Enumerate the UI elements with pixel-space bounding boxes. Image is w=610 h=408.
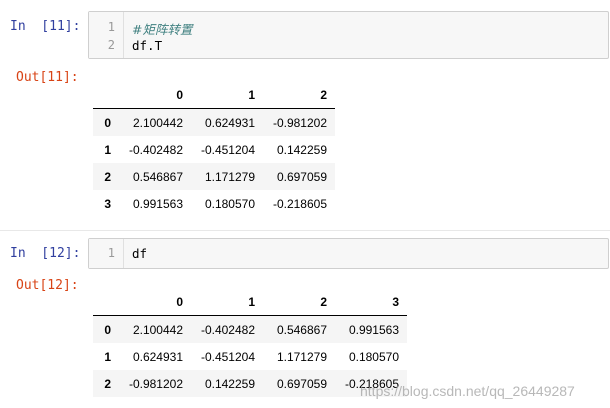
- table-cell: 1.171279: [276, 349, 327, 364]
- table-cell: -0.402482: [128, 142, 183, 157]
- line-number: 1: [107, 20, 115, 34]
- column-header: 0: [176, 295, 183, 309]
- table-cell: 1.171279: [204, 169, 255, 184]
- table-cell: 2.100442: [132, 115, 183, 130]
- table-cell: 0.546867: [132, 169, 183, 184]
- table-cell: 0.142259: [276, 142, 327, 157]
- table-header-row: 0 1 2 3: [93, 289, 407, 316]
- cell-divider: [0, 230, 610, 231]
- column-header: 1: [248, 295, 255, 309]
- code-line: df: [132, 246, 148, 261]
- table-cell: -0.451204: [200, 142, 255, 157]
- column-header: 3: [392, 295, 399, 309]
- table-cell: 0.624931: [204, 115, 255, 130]
- table-cell: 0.180570: [204, 196, 255, 211]
- dataframe-output-transposed: 0 1 2 0 2.100442 0.624931 -0.981202 1 -0…: [93, 82, 335, 217]
- table-cell: 0.180570: [348, 349, 399, 364]
- table-header-row: 0 1 2: [93, 82, 335, 109]
- line-number-gutter: 1 2: [89, 12, 124, 58]
- table-cell: 0.991563: [348, 322, 399, 337]
- index-header: [93, 289, 119, 316]
- out-prompt-11: Out[11]:: [16, 70, 79, 85]
- row-index: 1: [104, 142, 111, 157]
- row-index: 3: [104, 196, 111, 211]
- table-cell: 0.546867: [276, 322, 327, 337]
- line-number: 2: [107, 38, 115, 52]
- dataframe-output: 0 1 2 3 0 2.100442 -0.402482 0.546867 0.…: [93, 289, 407, 397]
- line-number-gutter: 1: [89, 239, 124, 268]
- code-editor-cell-11[interactable]: 1 2 #矩阵转置 df.T: [88, 11, 609, 59]
- table-cell: -0.451204: [200, 349, 255, 364]
- table-row: 0 2.100442 0.624931 -0.981202: [93, 108, 335, 136]
- watermark-text: https://blog.csdn.net/qq_26449287: [360, 383, 575, 399]
- table-cell: 0.697059: [276, 169, 327, 184]
- column-header: 1: [248, 88, 255, 102]
- table-cell: -0.981202: [128, 376, 183, 391]
- table-row: 0 2.100442 -0.402482 0.546867 0.991563: [93, 315, 407, 343]
- code-line: df.T: [132, 38, 163, 53]
- table-cell: -0.981202: [272, 115, 327, 130]
- table-row: 3 0.991563 0.180570 -0.218605: [93, 190, 335, 217]
- out-prompt-12: Out[12]:: [16, 278, 79, 293]
- line-number: 1: [107, 246, 115, 260]
- table-cell: 0.624931: [132, 349, 183, 364]
- in-prompt-11: In [11]:: [10, 19, 81, 34]
- in-prompt-12: In [12]:: [10, 246, 81, 261]
- column-header: 2: [320, 295, 327, 309]
- table-row: 1 -0.402482 -0.451204 0.142259: [93, 136, 335, 163]
- table-cell: 2.100442: [132, 322, 183, 337]
- table-cell: 0.142259: [204, 376, 255, 391]
- table-cell: -0.402482: [200, 322, 255, 337]
- table-cell: 0.697059: [276, 376, 327, 391]
- table-cell: 0.991563: [132, 196, 183, 211]
- code-editor-cell-12[interactable]: 1 df: [88, 238, 609, 269]
- column-header: 0: [176, 88, 183, 102]
- column-header: 2: [320, 88, 327, 102]
- table-cell: -0.218605: [272, 196, 327, 211]
- row-index: 0: [104, 322, 111, 337]
- row-index: 2: [104, 376, 111, 391]
- row-index: 2: [104, 169, 111, 184]
- table-row: 1 0.624931 -0.451204 1.171279 0.180570: [93, 343, 407, 370]
- index-header: [93, 82, 119, 109]
- code-comment-line: #矩阵转置: [132, 22, 193, 37]
- row-index: 0: [104, 115, 111, 130]
- row-index: 1: [104, 349, 111, 364]
- table-row: 2 0.546867 1.171279 0.697059: [93, 163, 335, 190]
